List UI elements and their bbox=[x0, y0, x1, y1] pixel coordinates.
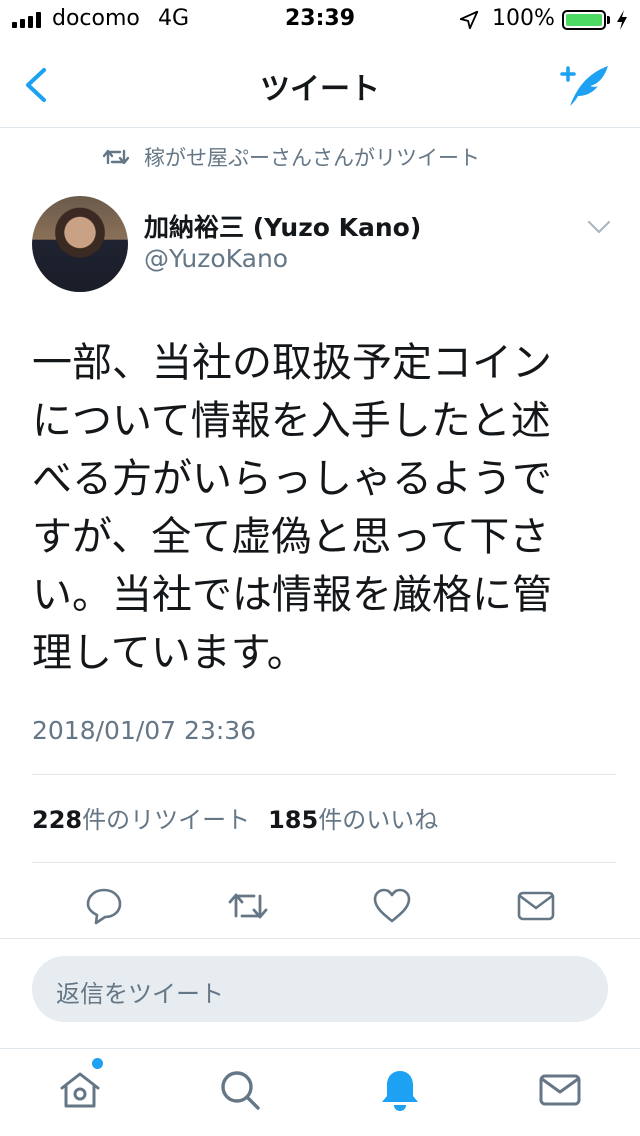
location-arrow-icon bbox=[459, 10, 479, 30]
chevron-down-icon[interactable] bbox=[586, 218, 612, 236]
navigation-bar: ツイート bbox=[0, 40, 640, 128]
reply-input[interactable]: 返信をツイート bbox=[32, 956, 608, 1022]
page-title: ツイート bbox=[260, 72, 380, 107]
messages-icon[interactable] bbox=[536, 1066, 584, 1114]
divider bbox=[0, 938, 640, 939]
retweet-context-label: 稼がせ屋ぷーさんさんがリツイート bbox=[144, 146, 480, 170]
like-stat[interactable]: 185件のいいね bbox=[268, 800, 438, 835]
tweet-action-bar bbox=[0, 876, 640, 938]
avatar[interactable] bbox=[32, 196, 128, 292]
like-heart-icon[interactable] bbox=[370, 884, 414, 928]
charging-bolt-icon bbox=[617, 10, 627, 30]
like-stat-label: 件のいいね bbox=[318, 806, 439, 834]
divider bbox=[32, 862, 616, 863]
tweet-text: 一部、当社の取扱予定コイン について情報を入手したと述 べる方がいらっしゃるよう… bbox=[32, 340, 552, 676]
retweet-count: 228 bbox=[32, 806, 83, 834]
home-icon[interactable] bbox=[56, 1066, 104, 1114]
notifications-bell-icon[interactable] bbox=[376, 1066, 424, 1114]
retweet-icon[interactable] bbox=[226, 884, 270, 928]
tweet-timestamp: 2018/01/07 23:36 bbox=[32, 716, 257, 745]
status-bar: docomo 4G 23:39 100% bbox=[0, 0, 640, 40]
battery-icon bbox=[562, 10, 606, 30]
divider bbox=[0, 1048, 640, 1049]
retweet-context[interactable]: 稼がせ屋ぷーさんさんがリツイート bbox=[102, 142, 480, 172]
search-icon[interactable] bbox=[216, 1066, 264, 1114]
author-name[interactable]: 加納裕三 (Yuzo Kano) bbox=[144, 208, 421, 244]
retweet-stat[interactable]: 228件のリツイート bbox=[32, 800, 250, 835]
direct-message-icon[interactable] bbox=[514, 884, 558, 928]
reply-placeholder: 返信をツイート bbox=[56, 980, 224, 1008]
tab-bar bbox=[0, 1050, 640, 1136]
home-notification-dot bbox=[92, 1058, 103, 1069]
retweet-icon bbox=[102, 149, 130, 165]
retweet-stat-label: 件のリツイート bbox=[82, 806, 251, 834]
battery-percent: 100% bbox=[492, 6, 555, 31]
tweet-stats: 228件のリツイート 185件のいいね bbox=[32, 800, 438, 835]
compose-tweet-icon[interactable] bbox=[556, 60, 612, 110]
reply-icon[interactable] bbox=[82, 884, 126, 928]
like-count: 185 bbox=[268, 806, 319, 834]
author-handle[interactable]: @YuzoKano bbox=[144, 244, 288, 273]
divider bbox=[32, 774, 616, 775]
battery-cap bbox=[607, 16, 610, 24]
